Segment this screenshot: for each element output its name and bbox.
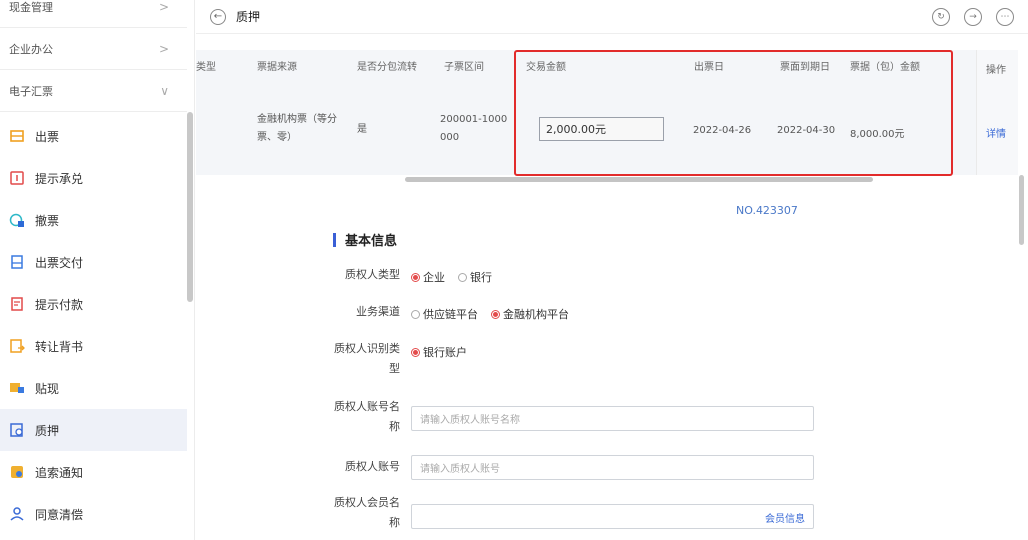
sidebar-item-pledge[interactable]: 质押 [0, 409, 187, 451]
discount-icon [9, 380, 25, 396]
sidebar-scrollbar[interactable] [187, 112, 193, 302]
back-icon[interactable]: ← [210, 8, 226, 25]
page-title: 质押 [236, 10, 261, 24]
bill-number: NO.423307 [736, 204, 798, 217]
detail-link[interactable]: 详情 [986, 125, 1006, 140]
member-info-link[interactable]: 会员信息 [765, 510, 805, 525]
chevron-down-icon: ∨ [160, 83, 169, 98]
table-header: 类型 票据来源 是否分包流转 子票区间 交易金额 出票日 票面到期日 票据（包）… [196, 50, 1018, 85]
table-row: 金融机构票（等分票、零） 是 200001-1000000 2,000.00元 … [196, 85, 1018, 175]
col-header-bill-amount: 票据（包）金额 [850, 62, 920, 73]
sidebar-item-endorse[interactable]: 转让背书 [0, 325, 187, 367]
pledgee-type-label: 质权人类型 [345, 268, 400, 281]
business-channel-radio-group: 供应链平台 金融机构平台 [411, 306, 582, 322]
col-header-issue-date: 出票日 [694, 62, 724, 73]
col-header-range: 子票区间 [444, 62, 484, 73]
col-header-amount: 交易金额 [526, 62, 566, 73]
endorse-icon [9, 338, 25, 354]
col-header-split: 是否分包流转 [357, 62, 417, 73]
section-title-text: 基本信息 [345, 234, 398, 249]
sidebar-item-prompt-accept[interactable]: 提示承兑 [0, 157, 187, 199]
radio-option-supply-chain[interactable]: 供应链平台 [411, 306, 478, 322]
amount-input[interactable]: 2,000.00元 [539, 117, 664, 141]
sidebar-item-issue[interactable]: 出票 [0, 115, 187, 157]
top-bar: ← 质押 ↻ → ⋯ [196, 0, 1028, 34]
sidebar-item-label: 撤票 [35, 213, 60, 228]
sidebar-item-label: 出票 [35, 129, 60, 144]
sidebar-item-label: 提示付款 [35, 297, 84, 312]
col-header-source: 票据来源 [257, 62, 297, 73]
cell-bill-amount: 8,000.00元 [850, 129, 905, 140]
radio-selected-icon [411, 347, 420, 357]
account-name-input[interactable]: 请输入质权人账号名称 [411, 406, 814, 431]
sidebar-item-label: 出票交付 [35, 255, 84, 270]
chevron-right-icon: > [158, 0, 169, 14]
sidebar-item-label: 追索通知 [35, 465, 84, 480]
pledge-icon [9, 422, 25, 438]
chevron-right-icon: > [158, 41, 169, 56]
id-type-radio-group: 银行账户 [411, 344, 480, 360]
cell-split: 是 [357, 124, 367, 135]
sidebar-item-label: 质押 [35, 423, 60, 438]
radio-option-financial-institution[interactable]: 金融机构平台 [491, 306, 569, 322]
cell-range: 200001-1000000 [440, 114, 508, 143]
prompt-pay-icon [9, 296, 25, 312]
bill-table: 类型 票据来源 是否分包流转 子票区间 交易金额 出票日 票面到期日 票据（包）… [196, 50, 1018, 182]
pledgee-type-radio-group: 企业 银行 [411, 269, 505, 285]
sidebar-group-label: 现金管理 [9, 0, 53, 14]
section-title: 基本信息 [333, 230, 397, 249]
radio-unselected-icon [458, 272, 467, 282]
sidebar-group-label: 企业办公 [9, 42, 53, 56]
sidebar-item-recourse[interactable]: 追索通知 [0, 451, 187, 493]
business-channel-label: 业务渠道 [356, 305, 400, 318]
recourse-icon [9, 464, 25, 480]
export-icon[interactable]: → [964, 8, 982, 26]
top-actions: ↻ → ⋯ [932, 8, 1014, 26]
sidebar-group-label: 电子汇票 [9, 84, 53, 98]
radio-selected-icon [411, 272, 420, 282]
sidebar-item-agree-pay[interactable]: 同意清偿 [0, 493, 187, 535]
deliver-icon [9, 254, 25, 270]
sidebar-item-deliver[interactable]: 出票交付 [0, 241, 187, 283]
account-no-input[interactable]: 请输入质权人账号 [411, 455, 814, 480]
sidebar-item-label: 贴现 [35, 381, 60, 396]
account-no-label: 质权人账号 [345, 460, 400, 473]
col-header-due-date: 票面到期日 [780, 62, 830, 73]
section-accent-bar [333, 232, 336, 247]
radio-selected-icon [491, 309, 500, 319]
revoke-icon [9, 212, 25, 228]
table-horizontal-scrollbar[interactable] [405, 177, 873, 182]
radio-unselected-icon [411, 309, 420, 319]
sidebar-item-discount[interactable]: 贴现 [0, 367, 187, 409]
sidebar-item-revoke[interactable]: 撤票 [0, 199, 187, 241]
prompt-accept-icon [9, 170, 25, 186]
radio-option-bank[interactable]: 银行 [458, 269, 492, 285]
radio-option-bank-account[interactable]: 银行账户 [411, 344, 467, 360]
cell-issue-date: 2022-04-26 [693, 125, 752, 136]
sidebar-group-office[interactable]: 企业办公 > [0, 28, 187, 70]
sidebar-item-label: 同意清偿 [35, 507, 84, 522]
sidebar: 现金管理 > 企业办公 > 电子汇票 ∨ 出票 提示承兑 撤票 出票交付 提示付… [0, 0, 195, 540]
id-type-label: 质权人识别类 型 [334, 342, 400, 375]
page-vertical-scrollbar[interactable] [1019, 175, 1024, 245]
col-header-type: 类型 [196, 62, 216, 73]
account-name-label: 质权人账号名 称 [334, 400, 400, 433]
sidebar-group-cash[interactable]: 现金管理 > [0, 0, 187, 28]
issue-bill-icon [9, 128, 25, 144]
agree-pay-icon [9, 506, 25, 522]
member-name-label: 质权人会员名 称 [334, 496, 400, 529]
sidebar-group-ebill[interactable]: 电子汇票 ∨ [0, 70, 187, 112]
radio-option-enterprise[interactable]: 企业 [411, 269, 445, 285]
cell-source: 金融机构票（等分票、零） [257, 114, 337, 143]
op-column: 操作 详情 [976, 50, 1018, 175]
sidebar-item-label: 转让背书 [35, 339, 84, 354]
col-header-action: 操作 [986, 65, 1006, 76]
sidebar-item-prompt-pay[interactable]: 提示付款 [0, 283, 187, 325]
more-icon[interactable]: ⋯ [996, 8, 1014, 26]
refresh-icon[interactable]: ↻ [932, 8, 950, 26]
cell-due-date: 2022-04-30 [777, 125, 836, 136]
member-name-input[interactable]: 会员信息 [411, 504, 814, 529]
sidebar-item-label: 提示承兑 [35, 171, 84, 186]
